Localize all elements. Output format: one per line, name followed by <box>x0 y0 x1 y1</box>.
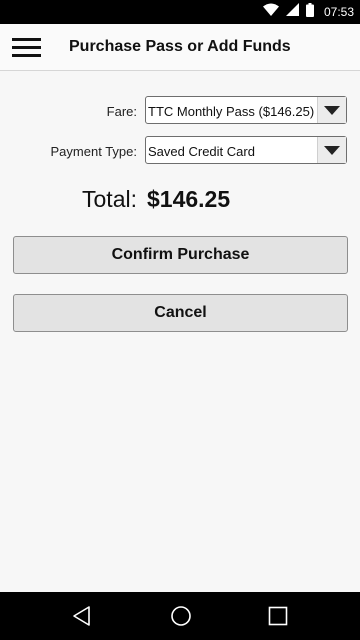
total-label: Total: <box>82 186 137 212</box>
hamburger-menu-icon[interactable] <box>12 36 42 58</box>
status-time: 07:53 <box>323 5 354 19</box>
back-icon[interactable] <box>70 604 94 628</box>
status-icons: 07:53 <box>262 2 354 22</box>
battery-icon <box>305 2 314 22</box>
fare-label: Fare: <box>106 104 137 119</box>
cancel-button[interactable]: Cancel <box>13 294 348 332</box>
total-value: $146.25 <box>147 186 231 212</box>
fare-select[interactable]: TTC Monthly Pass ($146.25) <box>145 96 347 124</box>
dropdown-arrow-icon[interactable] <box>317 137 346 163</box>
confirm-purchase-button[interactable]: Confirm Purchase <box>13 236 348 274</box>
navigation-bar <box>0 592 360 640</box>
wifi-icon <box>262 3 279 21</box>
payment-type-label: Payment Type: <box>50 144 137 159</box>
signal-icon <box>285 3 299 21</box>
app-bar: Purchase Pass or Add Funds <box>0 24 360 71</box>
fare-select-value: TTC Monthly Pass ($146.25) <box>148 104 315 119</box>
status-bar: 07:53 <box>0 0 360 24</box>
payment-type-select-value: Saved Credit Card <box>148 144 255 159</box>
dropdown-arrow-icon[interactable] <box>317 97 346 123</box>
home-icon[interactable] <box>169 604 193 628</box>
recents-icon[interactable] <box>266 604 290 628</box>
payment-type-select[interactable]: Saved Credit Card <box>145 136 347 164</box>
page-title: Purchase Pass or Add Funds <box>69 38 291 55</box>
